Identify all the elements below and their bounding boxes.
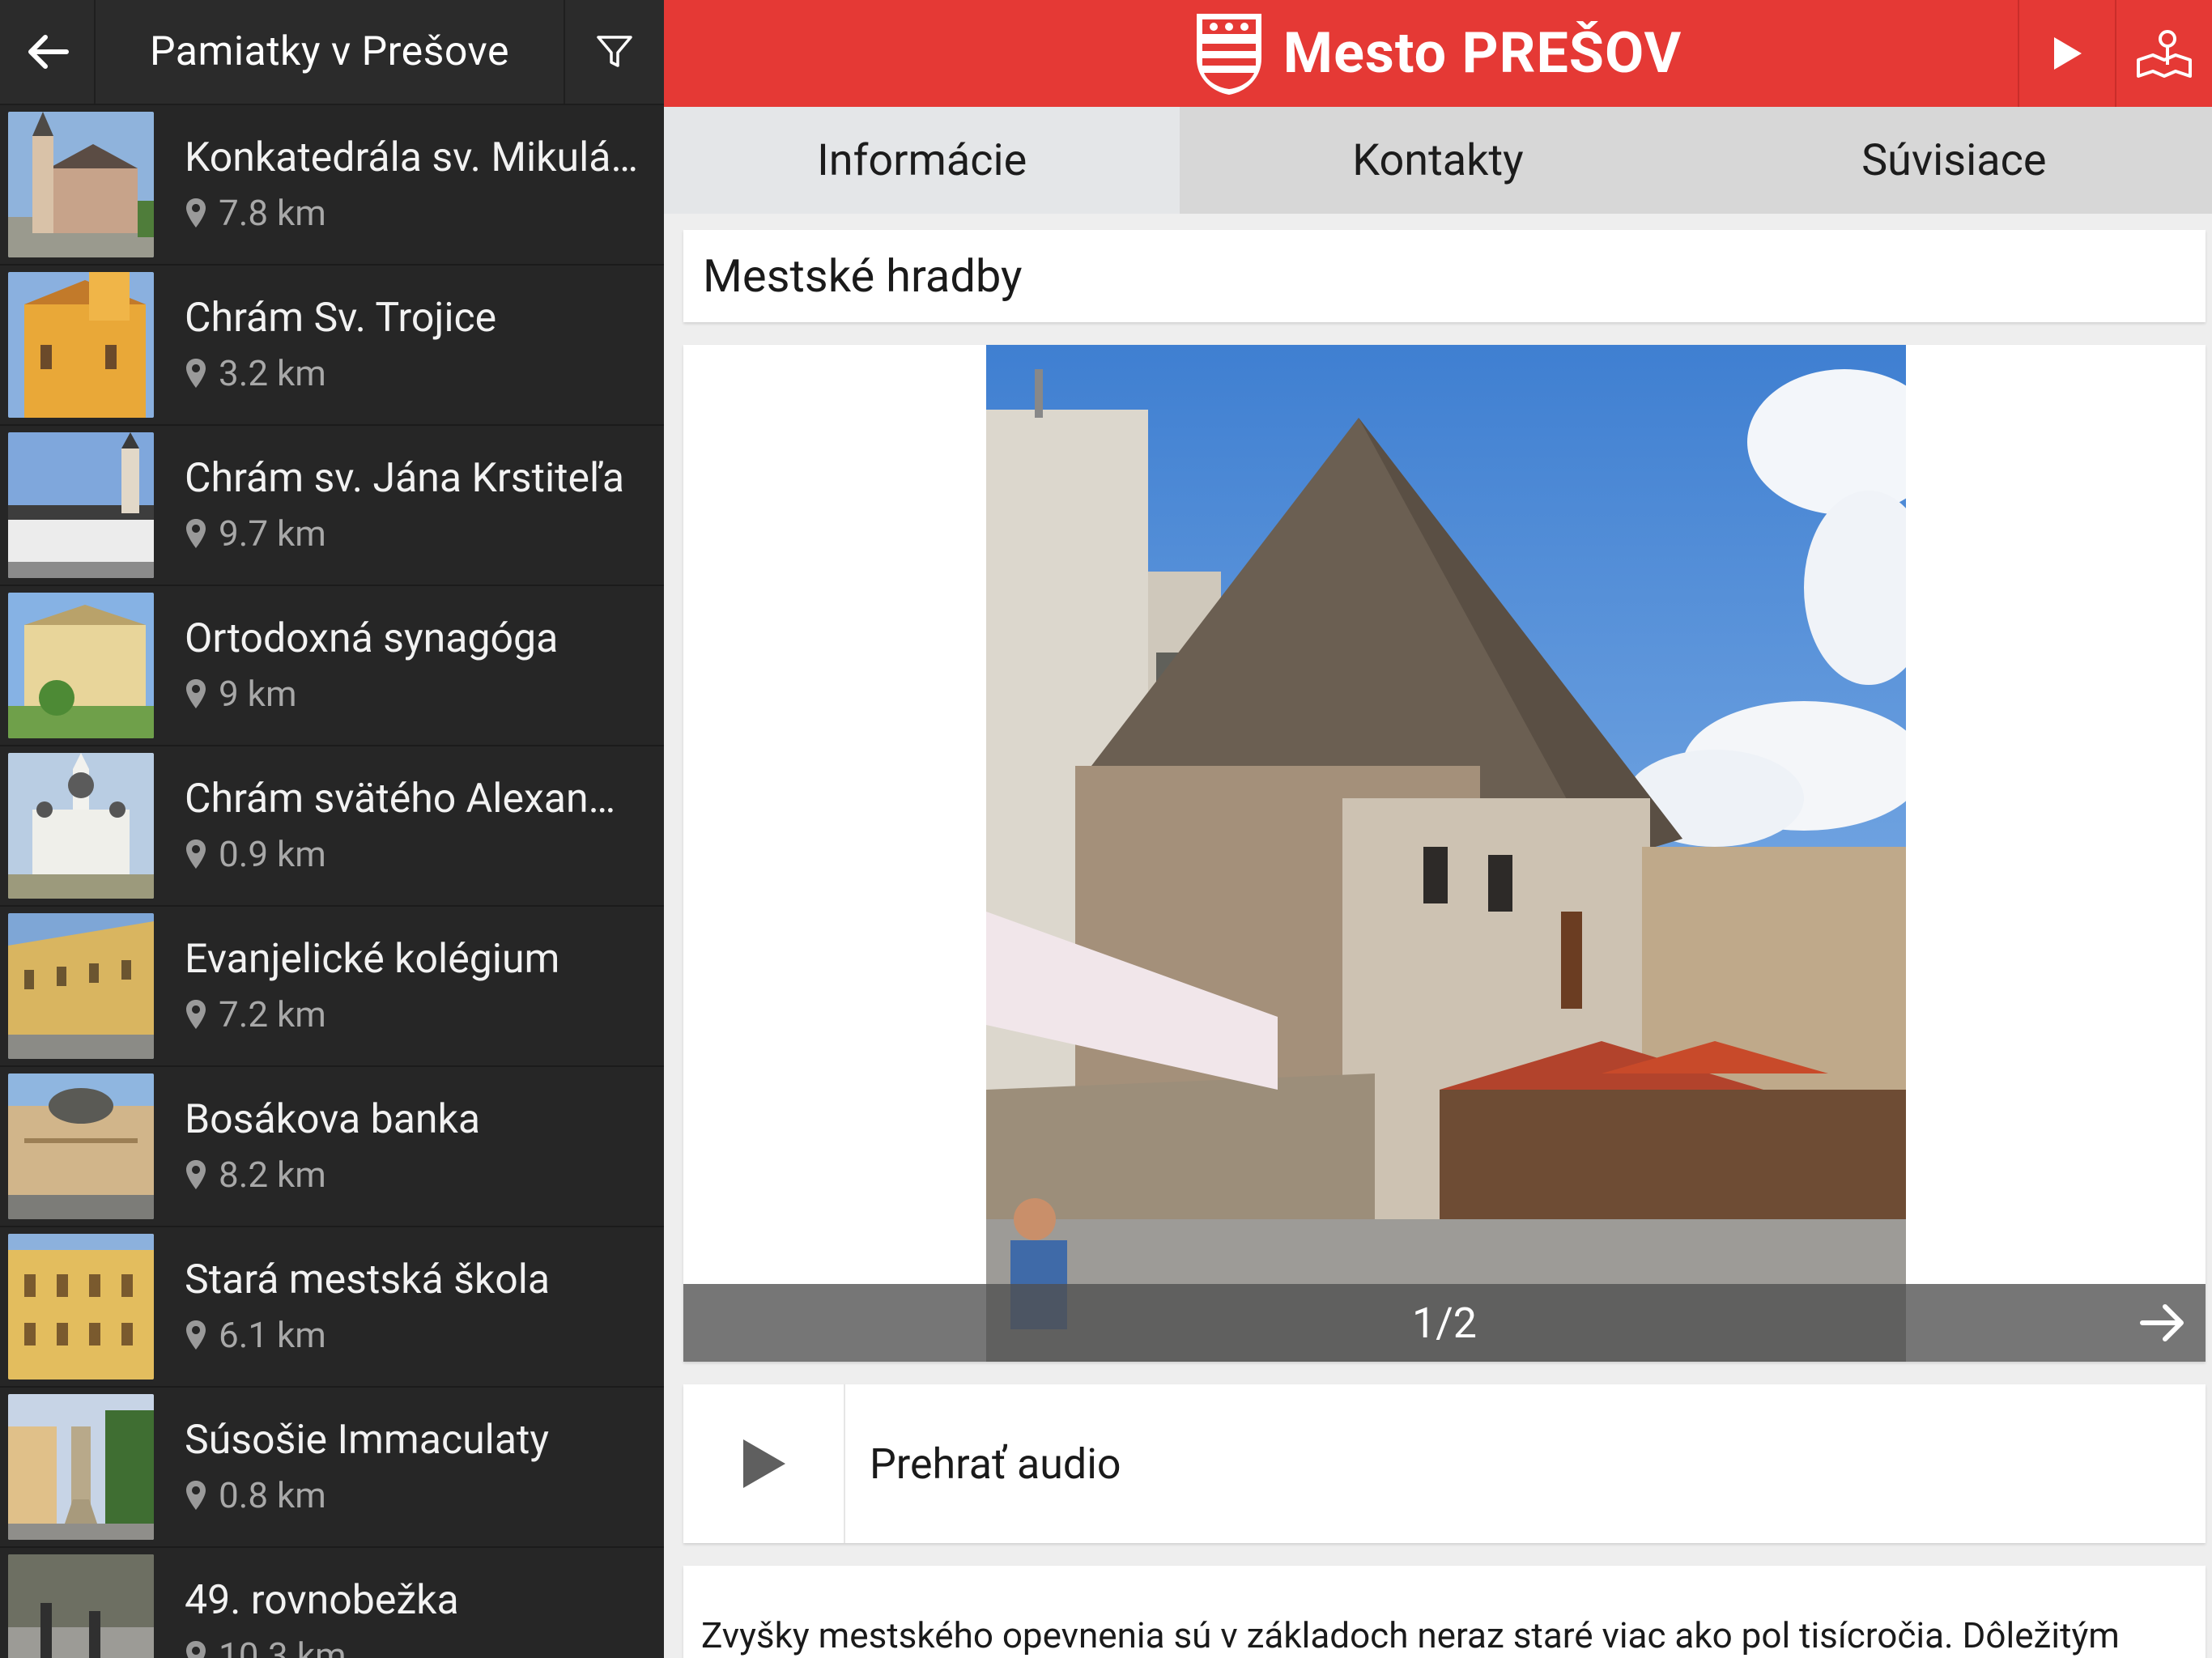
audio-play-button[interactable] bbox=[683, 1384, 845, 1543]
location-pin-icon bbox=[186, 519, 206, 548]
poi-thumbnail bbox=[8, 1394, 154, 1540]
poi-thumbnail bbox=[8, 272, 154, 418]
poi-distance: 10.3 km bbox=[219, 1635, 347, 1658]
sidebar: Pamiatky v Prešove Konkatedrála sv. Miku… bbox=[0, 0, 664, 1658]
location-pin-icon bbox=[186, 1641, 206, 1658]
poi-thumbnail bbox=[8, 913, 154, 1059]
tab-suvisiace[interactable]: Súvisiace bbox=[1696, 107, 2212, 214]
title-card: Mestské hradby bbox=[683, 230, 2206, 322]
poi-distance-row: 6.1 km bbox=[185, 1312, 638, 1358]
tab-bar: Informácie Kontakty Súvisiace bbox=[664, 107, 2212, 214]
main-panel: Mesto PREŠOV Informácie Kontakty Súvisia… bbox=[664, 0, 2212, 1658]
poi-distance: 6.1 km bbox=[219, 1314, 326, 1356]
back-button[interactable] bbox=[0, 0, 96, 104]
top-bar: Mesto PREŠOV bbox=[664, 0, 2212, 107]
list-item[interactable]: Bosákova banka 8.2 km bbox=[0, 1067, 664, 1227]
poi-thumbnail bbox=[8, 112, 154, 257]
gallery-photo bbox=[986, 345, 1906, 1362]
location-pin-icon bbox=[186, 359, 206, 388]
poi-distance: 0.9 km bbox=[219, 833, 326, 875]
map-pin-icon bbox=[2137, 30, 2192, 78]
poi-distance-row: 9.7 km bbox=[185, 510, 638, 557]
filter-icon bbox=[597, 36, 632, 67]
poi-thumbnail bbox=[8, 1073, 154, 1219]
list-item[interactable]: Chrám svätého Alexandra 0.9 km bbox=[0, 746, 664, 907]
description-text: Zvyšky mestského opevnenia sú v základoc… bbox=[701, 1614, 2120, 1656]
app-root: Pamiatky v Prešove Konkatedrála sv. Miku… bbox=[0, 0, 2212, 1658]
location-pin-icon bbox=[186, 1000, 206, 1029]
poi-distance-row: 0.8 km bbox=[185, 1472, 638, 1519]
poi-name: Stará mestská škola bbox=[185, 1256, 551, 1303]
sidebar-title: Pamiatky v Prešove bbox=[150, 28, 509, 75]
poi-distance: 7.8 km bbox=[219, 192, 326, 234]
poi-distance-row: 9 km bbox=[185, 670, 638, 717]
list-item[interactable]: Stará mestská škola 6.1 km bbox=[0, 1227, 664, 1388]
poi-name: Chrám Sv. Trojice bbox=[185, 295, 497, 342]
map-button[interactable] bbox=[2115, 0, 2212, 107]
poi-distance-row: 7.8 km bbox=[185, 189, 638, 236]
tab-informacie[interactable]: Informácie bbox=[664, 107, 1180, 214]
poi-thumbnail bbox=[8, 1234, 154, 1380]
play-icon bbox=[743, 1439, 785, 1488]
poi-name: Chrám svätého Alexandra bbox=[185, 776, 638, 823]
list-item[interactable]: Súsošie Immaculaty 0.8 km bbox=[0, 1388, 664, 1548]
poi-name: Evanjelické kolégium bbox=[185, 936, 560, 983]
poi-name: Konkatedrála sv. Mikuláša bbox=[185, 134, 638, 181]
poi-name: Bosákova banka bbox=[185, 1096, 481, 1143]
list-item[interactable]: 49. rovnobežka 10.3 km bbox=[0, 1548, 664, 1658]
poi-distance: 7.2 km bbox=[219, 993, 326, 1035]
poi-distance: 9 km bbox=[219, 673, 297, 715]
arrow-right-icon[interactable] bbox=[2139, 1300, 2188, 1346]
list-item[interactable]: Chrám Sv. Trojice 3.2 km bbox=[0, 266, 664, 426]
location-pin-icon bbox=[186, 1320, 206, 1350]
audio-player: Prehrať audio bbox=[683, 1384, 2206, 1543]
detail-title: Mestské hradby bbox=[703, 249, 1023, 303]
poi-thumbnail bbox=[8, 593, 154, 738]
photo-gallery[interactable]: 1/2 bbox=[683, 345, 2206, 1362]
description-card: Zvyšky mestského opevnenia sú v základoc… bbox=[683, 1566, 2206, 1658]
poi-distance-row: 8.2 km bbox=[185, 1151, 638, 1198]
brand-title: Mesto PREŠOV bbox=[1283, 20, 1682, 87]
gallery-counter: 1/2 bbox=[1412, 1298, 1477, 1348]
location-pin-icon bbox=[186, 198, 206, 227]
poi-thumbnail bbox=[8, 1554, 154, 1658]
poi-distance: 9.7 km bbox=[219, 512, 326, 555]
poi-name: Súsošie Immaculaty bbox=[185, 1417, 550, 1464]
poi-distance: 0.8 km bbox=[219, 1474, 326, 1516]
sidebar-header: Pamiatky v Prešove bbox=[0, 0, 664, 105]
poi-distance-row: 10.3 km bbox=[185, 1632, 638, 1658]
poi-thumbnail bbox=[8, 753, 154, 899]
play-icon bbox=[2054, 37, 2082, 70]
list-item[interactable]: Evanjelické kolégium 7.2 km bbox=[0, 907, 664, 1067]
poi-distance-row: 7.2 km bbox=[185, 991, 638, 1038]
location-pin-icon bbox=[186, 679, 206, 708]
location-pin-icon bbox=[186, 1160, 206, 1189]
audio-label[interactable]: Prehrať audio bbox=[845, 1384, 1121, 1543]
poi-list: Konkatedrála sv. Mikuláša 7.8 km Chrám S… bbox=[0, 105, 664, 1658]
poi-distance: 8.2 km bbox=[219, 1154, 326, 1196]
list-item[interactable]: Konkatedrála sv. Mikuláša 7.8 km bbox=[0, 105, 664, 266]
play-button[interactable] bbox=[2018, 0, 2115, 107]
location-pin-icon bbox=[186, 1481, 206, 1510]
poi-name: Ortodoxná synagóga bbox=[185, 615, 559, 662]
location-pin-icon bbox=[186, 840, 206, 869]
poi-thumbnail bbox=[8, 432, 154, 578]
poi-distance-row: 0.9 km bbox=[185, 831, 638, 878]
arrow-left-icon bbox=[28, 35, 69, 69]
list-item[interactable]: Chrám sv. Jána Krstiteľa 9.7 km bbox=[0, 426, 664, 586]
detail-content: Mestské hradby 1/2 Prehrať audio Zvyšky … bbox=[664, 214, 2212, 1658]
city-crest-icon bbox=[1196, 14, 1261, 96]
list-item[interactable]: Ortodoxná synagóga 9 km bbox=[0, 586, 664, 746]
poi-name: Chrám sv. Jána Krstiteľa bbox=[185, 455, 625, 502]
gallery-controls: 1/2 bbox=[683, 1284, 2206, 1362]
brand: Mesto PREŠOV bbox=[1194, 11, 1682, 96]
poi-distance-row: 3.2 km bbox=[185, 350, 638, 397]
tab-kontakty[interactable]: Kontakty bbox=[1180, 107, 1695, 214]
filter-button[interactable] bbox=[564, 0, 664, 104]
poi-name: 49. rovnobežka bbox=[185, 1577, 459, 1624]
poi-distance: 3.2 km bbox=[219, 352, 326, 394]
